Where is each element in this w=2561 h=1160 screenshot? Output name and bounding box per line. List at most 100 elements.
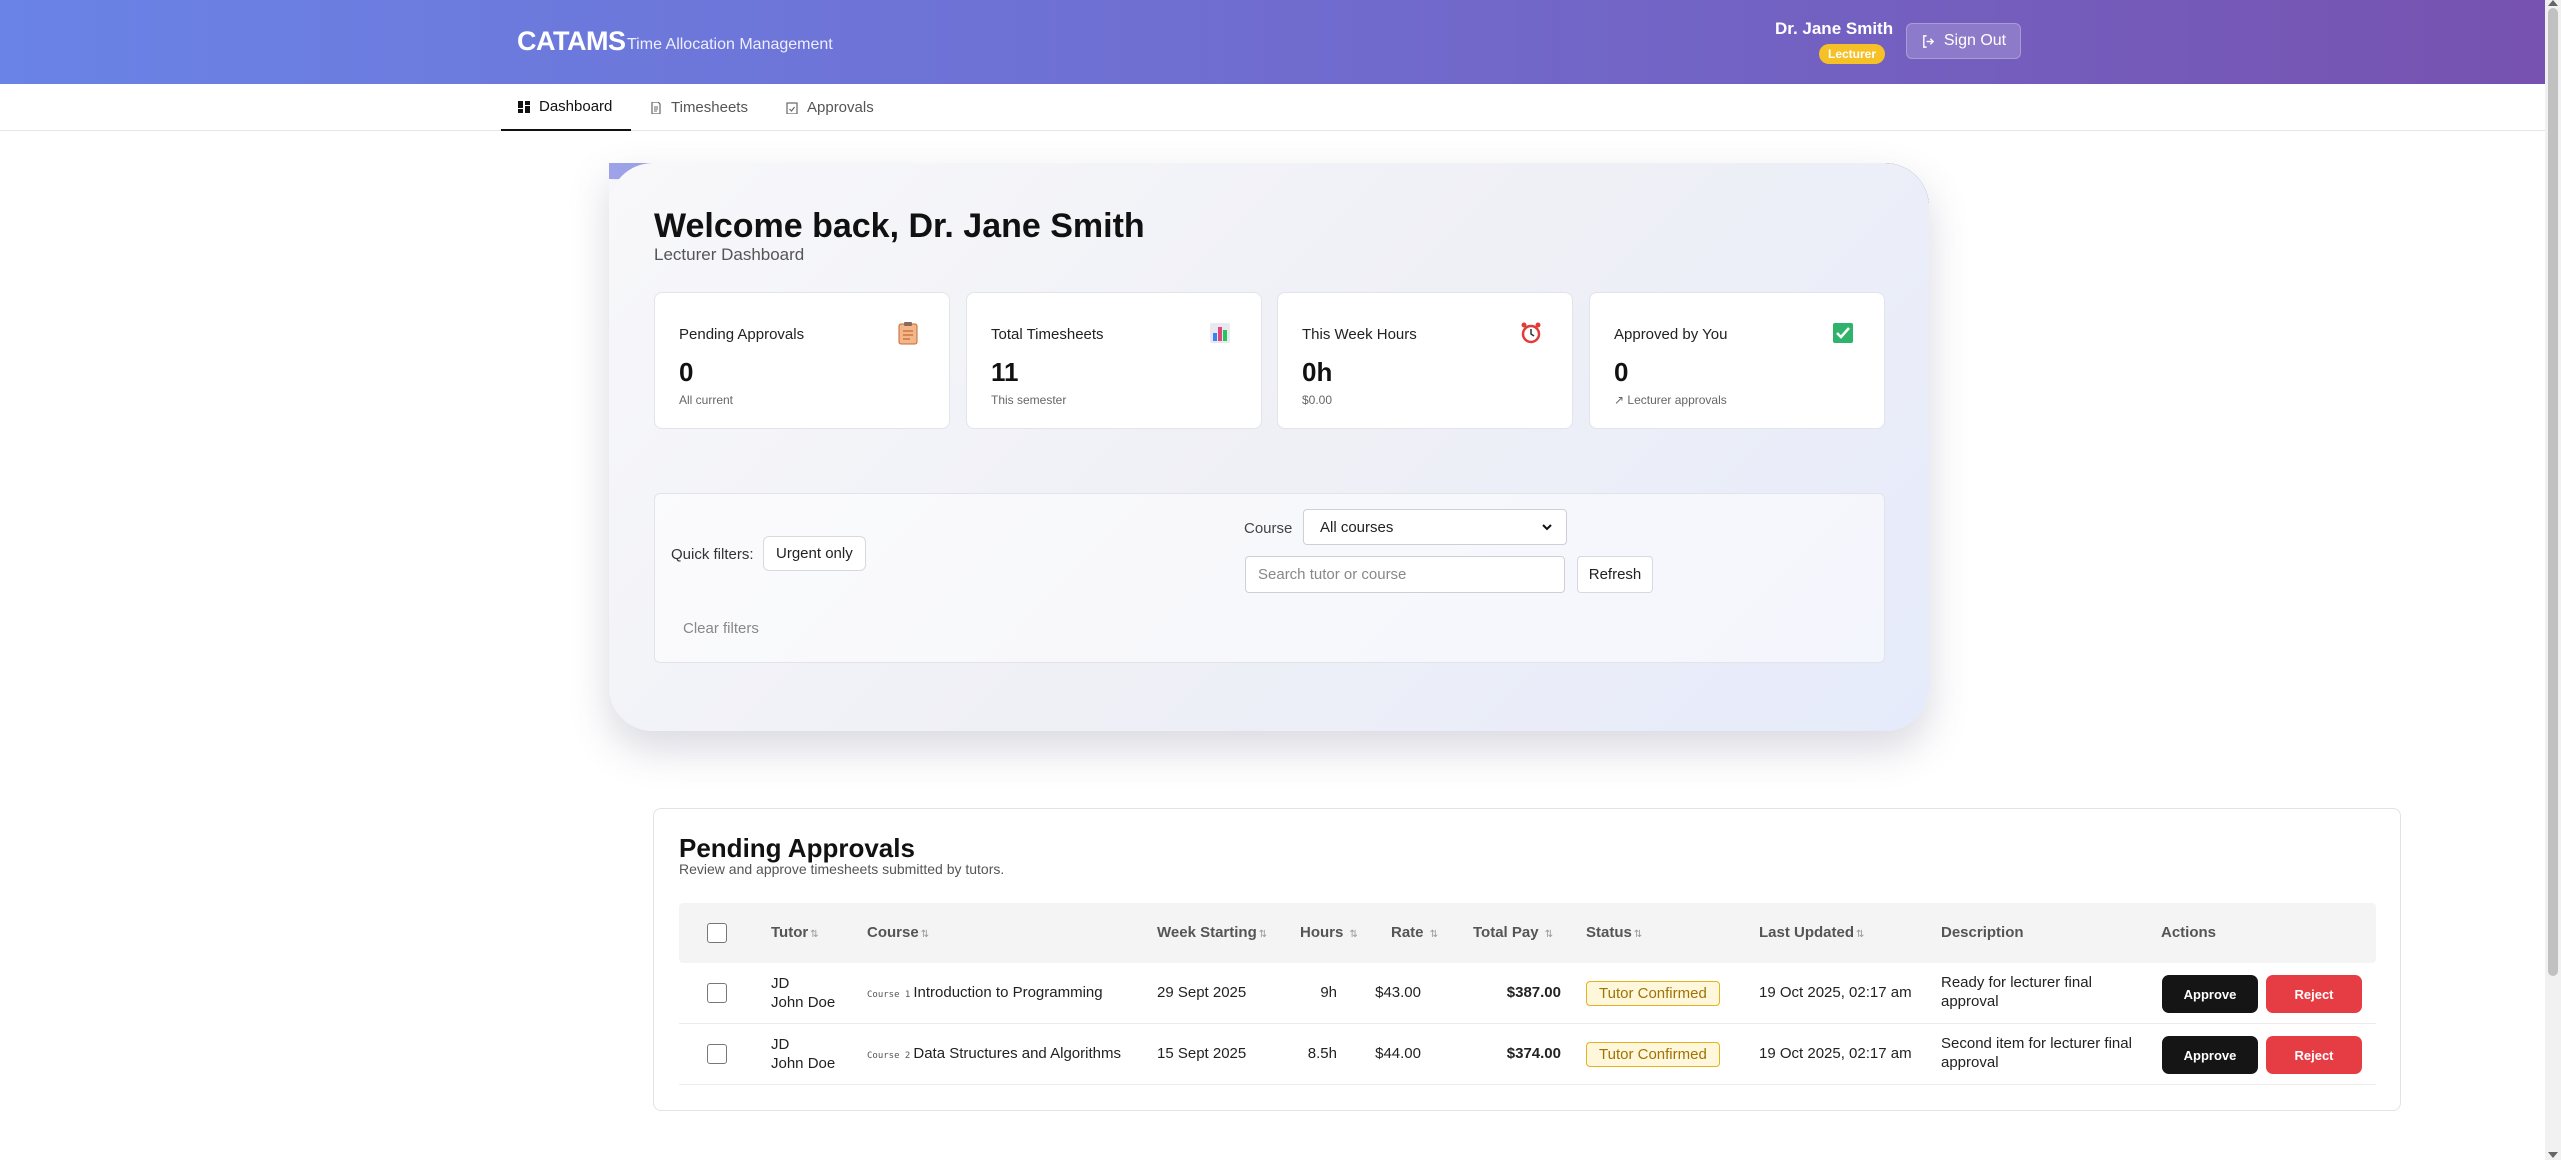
stat-card-pending-approvals: Pending Approvals 0 All current (654, 292, 950, 429)
stat-hint: This semester (991, 393, 1067, 407)
sort-icon: ⇅ (1429, 929, 1439, 940)
row-checkbox[interactable] (707, 983, 727, 1003)
sort-icon: ⇅ (1349, 929, 1358, 940)
quick-filters-label: Quick filters: (671, 546, 754, 563)
course-cell: Course 1 Introduction to Programming (867, 984, 1103, 1001)
last-updated-cell: 19 Oct 2025, 02:17 am (1759, 984, 1912, 1001)
sign-out-label: Sign Out (1943, 32, 2007, 49)
stat-label: Approved by You (1614, 326, 1728, 343)
tutor-name: John Doe (771, 1055, 836, 1072)
course-name: Data Structures and Algorithms (913, 1045, 1121, 1062)
status-badge: Tutor Confirmed (1586, 981, 1720, 1006)
main-nav: Dashboard Timesheets Approvals (0, 84, 2545, 131)
brand-logo[interactable]: CATAMS (517, 26, 626, 57)
stat-value: 0 (1614, 357, 1629, 387)
column-header-week-starting[interactable]: Week Starting ⇅ (1157, 924, 1267, 941)
column-header-last-updated[interactable]: Last Updated ⇅ (1759, 924, 1864, 941)
hours-cell: 9h (1320, 984, 1337, 1001)
bar-chart-icon (1210, 323, 1230, 343)
total-pay-cell: $374.00 (1506, 1045, 1561, 1062)
filter-panel: Quick filters: Urgent only Course All co… (654, 493, 1885, 663)
logout-icon (1922, 34, 1935, 48)
column-header-description: Description (1941, 924, 2024, 941)
column-header-status[interactable]: Status ⇅ (1586, 924, 1642, 941)
total-pay-cell: $387.00 (1506, 984, 1561, 1001)
user-name: Dr. Jane Smith (1775, 19, 1894, 38)
page-scrollbar[interactable] (2545, 0, 2561, 1160)
dashboard-icon (518, 100, 530, 113)
tab-approvals[interactable]: Approvals (786, 84, 874, 131)
scroll-down-arrow-icon[interactable] (2548, 1152, 2558, 1158)
reject-button[interactable]: Reject (2266, 975, 2362, 1013)
tab-timesheets[interactable]: Timesheets (650, 84, 748, 131)
course-select[interactable]: All courses (1303, 509, 1567, 545)
alarm-clock-icon (1521, 322, 1541, 344)
stat-hint: All current (679, 393, 734, 407)
sort-icon: ⇅ (810, 929, 819, 940)
course-code: Course 1 (867, 990, 911, 1000)
clear-filters-button[interactable]: Clear filters (683, 620, 759, 637)
rate-cell: $43.00 (1375, 984, 1421, 1001)
rate-cell: $44.00 (1375, 1045, 1421, 1062)
search-input[interactable]: Search tutor or course (1245, 556, 1565, 593)
document-icon (651, 101, 661, 114)
column-header-tutor[interactable]: Tutor ⇅ (771, 924, 819, 941)
description-cell: Second item for lecturer final approval (1941, 1035, 2132, 1071)
check-box-icon (1833, 323, 1853, 343)
stat-label: Pending Approvals (679, 326, 805, 343)
last-updated-cell: 19 Oct 2025, 02:17 am (1759, 1045, 1912, 1062)
description-cell: Ready for lecturer final approval (1941, 974, 2092, 1010)
tutor-name: John Doe (771, 994, 836, 1011)
week-starting-cell: 29 Sept 2025 (1157, 984, 1247, 1001)
table-row: JD John Doe Course 1 Introduction to Prog… (679, 963, 2376, 1024)
stat-value: 0h (1302, 357, 1333, 387)
brand-subtitle: Time Allocation Management (627, 36, 833, 53)
column-header-course[interactable]: Course ⇅ (867, 924, 929, 941)
course-cell: Course 2 Data Structures and Algorithms (867, 1045, 1121, 1062)
scroll-up-arrow-icon[interactable] (2548, 0, 2558, 6)
stat-value: 11 (991, 357, 1019, 387)
tab-label: Dashboard (539, 98, 613, 115)
tutor-initials: JD (771, 975, 790, 992)
tab-dashboard[interactable]: Dashboard (501, 84, 631, 131)
stat-card-this-week-hours: This Week Hours 0h $0.00 (1277, 292, 1573, 429)
approve-button[interactable]: Approve (2162, 975, 2258, 1013)
clipboard-icon (898, 322, 918, 345)
stat-label: Total Timesheets (991, 326, 1104, 343)
tab-label: Timesheets (671, 99, 748, 116)
welcome-card: Welcome back, Dr. Jane Smith Lecturer Da… (609, 163, 1929, 731)
table-header: Tutor ⇅ Course ⇅ Week Starting ⇅ Hours ⇅ Ra… (679, 903, 2376, 963)
urgent-only-button[interactable]: Urgent only (763, 536, 866, 571)
approve-button[interactable]: Approve (2162, 1036, 2258, 1074)
table-row: JD John Doe Course 2 Data Structures and … (679, 1024, 2376, 1085)
chevron-down-icon (1542, 524, 1552, 531)
column-header-hours[interactable]: Hours ⇅ (1300, 924, 1358, 941)
stat-value: 0 (679, 357, 694, 387)
select-all-checkbox[interactable] (707, 923, 727, 943)
welcome-title: Welcome back, Dr. Jane Smith (654, 207, 1145, 245)
sort-icon: ⇅ (1544, 929, 1554, 940)
sort-icon: ⇅ (1258, 929, 1268, 940)
course-filter-label: Course (1244, 520, 1293, 537)
tutor-initials: JD (771, 1036, 790, 1053)
section-title: Pending Approvals (679, 833, 915, 863)
stat-card-approved-by-you: Approved by You 0 ↗ Lecturer approvals (1589, 292, 1885, 429)
stat-hint: $0.00 (1302, 393, 1333, 407)
hours-cell: 8.5h (1307, 1045, 1337, 1062)
sign-out-button[interactable]: Sign Out (1906, 23, 2021, 59)
column-header-total-pay[interactable]: Total Pay ⇅ (1473, 924, 1553, 941)
sort-icon: ⇅ (1856, 929, 1865, 940)
pending-approvals-section: Pending Approvals Review and approve tim… (653, 808, 2401, 1111)
refresh-button[interactable]: Refresh (1577, 556, 1653, 593)
row-checkbox[interactable] (707, 1044, 727, 1064)
section-subtitle: Review and approve timesheets submitted … (679, 861, 1005, 877)
scrollbar-thumb[interactable] (2548, 8, 2558, 976)
course-select-value: All courses (1320, 518, 1394, 536)
welcome-subtitle: Lecturer Dashboard (654, 245, 805, 264)
column-header-rate[interactable]: Rate ⇅ (1391, 924, 1438, 941)
reject-button[interactable]: Reject (2266, 1036, 2362, 1074)
clipboard-check-icon (786, 101, 798, 114)
sort-icon: ⇅ (920, 929, 930, 940)
stat-label: This Week Hours (1302, 326, 1417, 343)
role-badge: Lecturer (1819, 44, 1886, 64)
